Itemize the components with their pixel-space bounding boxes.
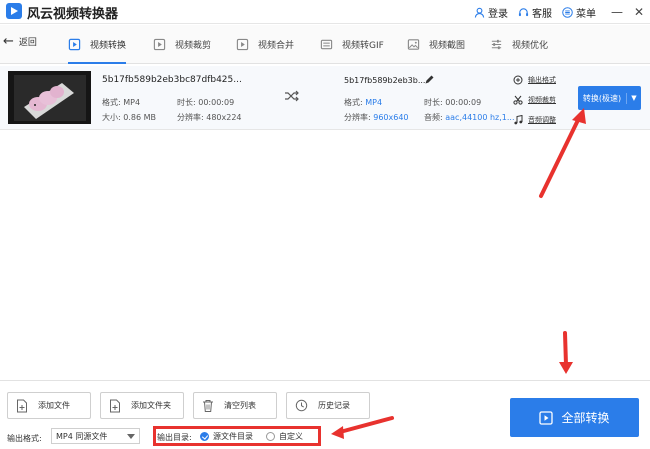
source-format: 格式: MP4: [102, 98, 141, 107]
add-folder-button[interactable]: 添加文件夹: [100, 392, 184, 419]
output-format-select[interactable]: MP4 同源文件: [51, 428, 140, 444]
convert-all-button[interactable]: 全部转换: [510, 398, 639, 437]
pencil-icon[interactable]: [424, 75, 434, 85]
video-crop-option-label: 视频裁剪: [528, 96, 556, 104]
convert-fast-button[interactable]: 转换(极速) ▼: [578, 86, 641, 110]
add-folder-icon: [110, 399, 120, 412]
output-duration: 时长: 00:00:09: [424, 98, 482, 107]
title-actions: 登录 客服 菜单 — ✕: [474, 0, 650, 24]
radio-checked-icon: [200, 432, 209, 441]
tab-label: 视频优化: [512, 40, 549, 51]
tab-video-convert[interactable]: 视频转换: [68, 25, 127, 64]
source-duration: 时长: 00:00:09: [177, 98, 235, 107]
chevron-down-icon: [127, 434, 135, 439]
convert-fast-label: 转换(极速): [578, 92, 627, 104]
radio-custom-dir-label: 自定义: [279, 432, 303, 441]
tab-label: 视频转GIF: [342, 40, 384, 51]
clock-icon: [295, 399, 308, 412]
history-button[interactable]: 历史记录: [286, 392, 370, 419]
settings-icon: [513, 75, 523, 85]
caret-down-icon[interactable]: ▼: [627, 94, 641, 102]
history-label: 历史记录: [318, 401, 350, 410]
tab-video-gif[interactable]: 视频转GIF: [320, 25, 384, 63]
play-square-icon: [68, 38, 81, 50]
tab-video-screenshot[interactable]: 视频截图: [407, 25, 465, 63]
output-resolution-key: 分辨率:: [344, 113, 371, 122]
nav-bar: ← 返回 视频转换 视频裁剪 视频合并 视频转GIF 视频截图 视频优化: [0, 25, 650, 64]
radio-unchecked-icon: [266, 432, 275, 441]
clear-list-button[interactable]: 清空列表: [193, 392, 277, 419]
app-logo-icon: [6, 3, 22, 19]
merge-icon: [236, 38, 249, 50]
headset-icon: [518, 7, 529, 16]
output-format-label: 输出格式:: [7, 434, 42, 443]
output-format: 格式: MP4: [344, 97, 382, 108]
menu-icon: [562, 6, 573, 18]
source-file-name: 5b17fb589b2eb3bc87dfb425...: [102, 75, 242, 85]
user-icon: [474, 7, 485, 18]
add-file-icon: [17, 399, 27, 412]
add-file-label: 添加文件: [38, 401, 70, 410]
video-crop-option[interactable]: 视频裁剪: [513, 95, 556, 105]
audio-adjust-option-label: 音频调整: [528, 116, 556, 124]
output-file-name: 5b17fb589b2eb3b...: [344, 76, 426, 85]
sliders-icon: [491, 39, 502, 49]
radio-source-dir[interactable]: 源文件目录: [200, 431, 253, 442]
arrow-left-icon: ←: [3, 34, 14, 49]
app-title: 风云视频转换器: [27, 7, 119, 22]
add-file-button[interactable]: 添加文件: [7, 392, 91, 419]
menu-label: 菜单: [576, 8, 596, 20]
tab-video-crop[interactable]: 视频裁剪: [153, 25, 211, 63]
output-format-select-value: MP4 同源文件: [56, 431, 108, 441]
minimize-button[interactable]: —: [606, 0, 628, 24]
tab-video-merge[interactable]: 视频合并: [236, 25, 294, 63]
audio-adjust-option[interactable]: 音频调整: [513, 115, 556, 125]
crop-icon: [153, 38, 166, 50]
menu-link[interactable]: 菜单: [562, 5, 596, 20]
trash-icon: [203, 399, 213, 412]
tab-label: 视频截图: [429, 40, 466, 51]
source-resolution: 分辨率: 480x224: [177, 113, 242, 122]
tab-video-optimize[interactable]: 视频优化: [490, 25, 548, 63]
login-label: 登录: [488, 8, 508, 20]
music-note-icon: [514, 115, 523, 125]
clear-list-label: 清空列表: [224, 401, 256, 410]
service-link[interactable]: 客服: [518, 5, 552, 20]
gif-icon: [320, 39, 333, 49]
service-label: 客服: [532, 8, 552, 20]
output-audio: 音频: aac,44100 hz,1...: [424, 112, 515, 123]
add-folder-label: 添加文件夹: [131, 401, 171, 410]
tab-label: 视频裁剪: [175, 40, 212, 51]
back-button[interactable]: ← 返回: [3, 35, 37, 48]
shuffle-arrow-icon: [285, 90, 299, 102]
source-size: 大小: 0.86 MB: [102, 113, 156, 122]
output-format-option[interactable]: 输出格式: [513, 75, 556, 85]
convert-all-label: 全部转换: [561, 411, 610, 425]
login-link[interactable]: 登录: [474, 5, 508, 20]
image-icon: [407, 38, 420, 50]
radio-custom-dir[interactable]: 自定义: [266, 431, 303, 442]
back-label: 返回: [18, 38, 37, 48]
output-resolution: 分辨率: 960x640: [344, 112, 409, 123]
output-resolution-value: 960x640: [373, 113, 409, 122]
video-frame-image: [8, 71, 91, 124]
output-format-value: MP4: [365, 98, 383, 107]
close-button[interactable]: ✕: [628, 0, 650, 24]
tab-label: 视频合并: [258, 40, 295, 51]
annotation-arrow-convert-all: [559, 331, 573, 374]
output-audio-key: 音频:: [424, 113, 443, 122]
tab-label: 视频转换: [90, 40, 127, 51]
file-row[interactable]: 5b17fb589b2eb3bc87dfb425... 格式: MP4 时长: …: [0, 66, 650, 130]
output-dir-label: 输出目录:: [157, 433, 192, 442]
output-format-option-label: 输出格式: [528, 76, 556, 84]
output-format-key: 格式:: [344, 98, 363, 107]
title-bar: 风云视频转换器 登录 客服 菜单 — ✕: [0, 0, 650, 24]
radio-source-dir-label: 源文件目录: [213, 432, 253, 441]
play-square-icon: [539, 410, 554, 425]
scissors-icon: [513, 95, 523, 105]
output-audio-value: aac,44100 hz,1...: [445, 113, 515, 122]
video-thumbnail[interactable]: [8, 71, 91, 124]
